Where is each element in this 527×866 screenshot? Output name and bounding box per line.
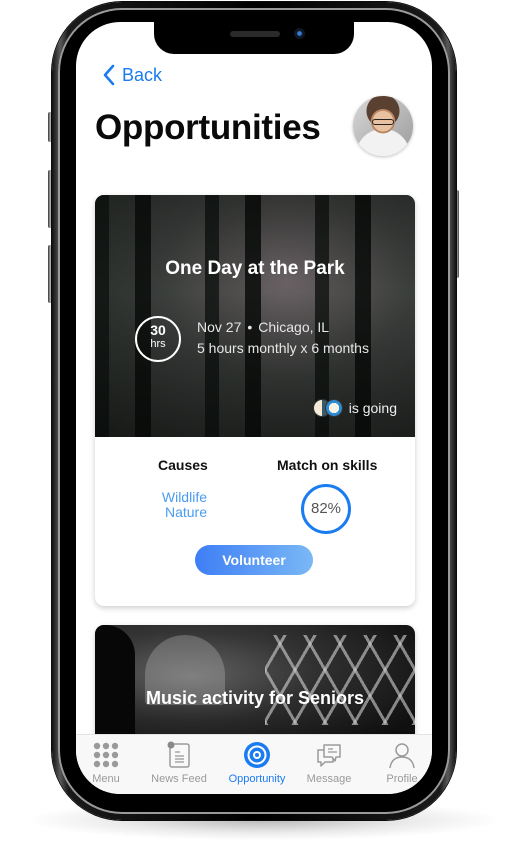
hours-unit: hrs <box>150 338 166 350</box>
tab-menu[interactable]: Menu <box>76 741 146 785</box>
causes-list: Wildlife Nature <box>145 490 207 520</box>
back-button[interactable]: Back <box>102 64 162 86</box>
app-screen: Back Opportunities One Day at the Park 3… <box>76 22 432 794</box>
back-label: Back <box>122 64 163 85</box>
hours-badge: 30 hrs <box>135 316 181 362</box>
meta-separator: • <box>247 319 253 335</box>
target-icon <box>244 742 270 768</box>
grid-icon <box>93 742 119 768</box>
opportunity-hero-image: One Day at the Park 30 hrs Nov 27 • Chicag… <box>95 195 415 437</box>
causes-heading: Causes <box>158 457 208 473</box>
cause-link[interactable]: Wildlife <box>145 490 207 505</box>
volunteer-button[interactable]: Volunteer <box>195 545 313 575</box>
tab-bar: Menu News Feed Opportunity Message Profi… <box>76 734 432 794</box>
avatar-glasses <box>372 119 394 125</box>
opportunity-meta: Nov 27 • Chicago, IL 5 hours monthly x 6 m… <box>197 317 369 359</box>
tab-message[interactable]: Message <box>289 741 369 785</box>
tab-label: Message <box>306 773 352 785</box>
opportunity-date: Nov 27 <box>197 319 242 335</box>
person-icon <box>389 743 415 769</box>
tab-opportunity[interactable]: Opportunity <box>217 741 297 785</box>
front-camera <box>294 28 305 39</box>
opportunity-title: One Day at the Park <box>165 258 345 279</box>
notch <box>154 22 354 54</box>
tab-news-feed[interactable]: News Feed <box>139 741 219 785</box>
opportunity-schedule: 5 hours monthly x 6 months <box>197 340 369 356</box>
tab-label: News Feed <box>151 773 207 785</box>
tab-label: Profile <box>386 773 418 785</box>
opportunity-location: Chicago, IL <box>258 319 330 335</box>
cause-link[interactable]: Nature <box>145 505 207 520</box>
match-heading: Match on skills <box>277 457 378 473</box>
hero-music-stand-shape <box>265 635 415 725</box>
page-title: Opportunities <box>95 108 321 147</box>
hours-value: 30 <box>150 322 166 338</box>
speaker-grille <box>230 31 280 37</box>
tab-label: Menu <box>92 773 120 785</box>
match-progress-ring: 82% <box>300 483 352 535</box>
attendee-avatar <box>324 399 343 417</box>
user-avatar[interactable] <box>353 96 413 156</box>
opportunity-details: Causes Match on skills Wildlife Nature 8… <box>95 437 415 606</box>
opportunity-card[interactable]: One Day at the Park 30 hrs Nov 27 • Chicag… <box>95 195 415 606</box>
tab-label: Opportunity <box>228 773 286 785</box>
chevron-left-icon <box>103 64 115 86</box>
tab-profile[interactable]: Profile <box>362 741 432 785</box>
going-label: is going <box>348 400 397 416</box>
attendees[interactable]: is going <box>312 399 397 417</box>
news-feed-icon <box>167 741 190 768</box>
chat-bubbles-icon <box>317 744 341 767</box>
opportunity-title: Music activity for Seniors <box>145 688 365 708</box>
match-percent: 82% <box>310 500 342 517</box>
